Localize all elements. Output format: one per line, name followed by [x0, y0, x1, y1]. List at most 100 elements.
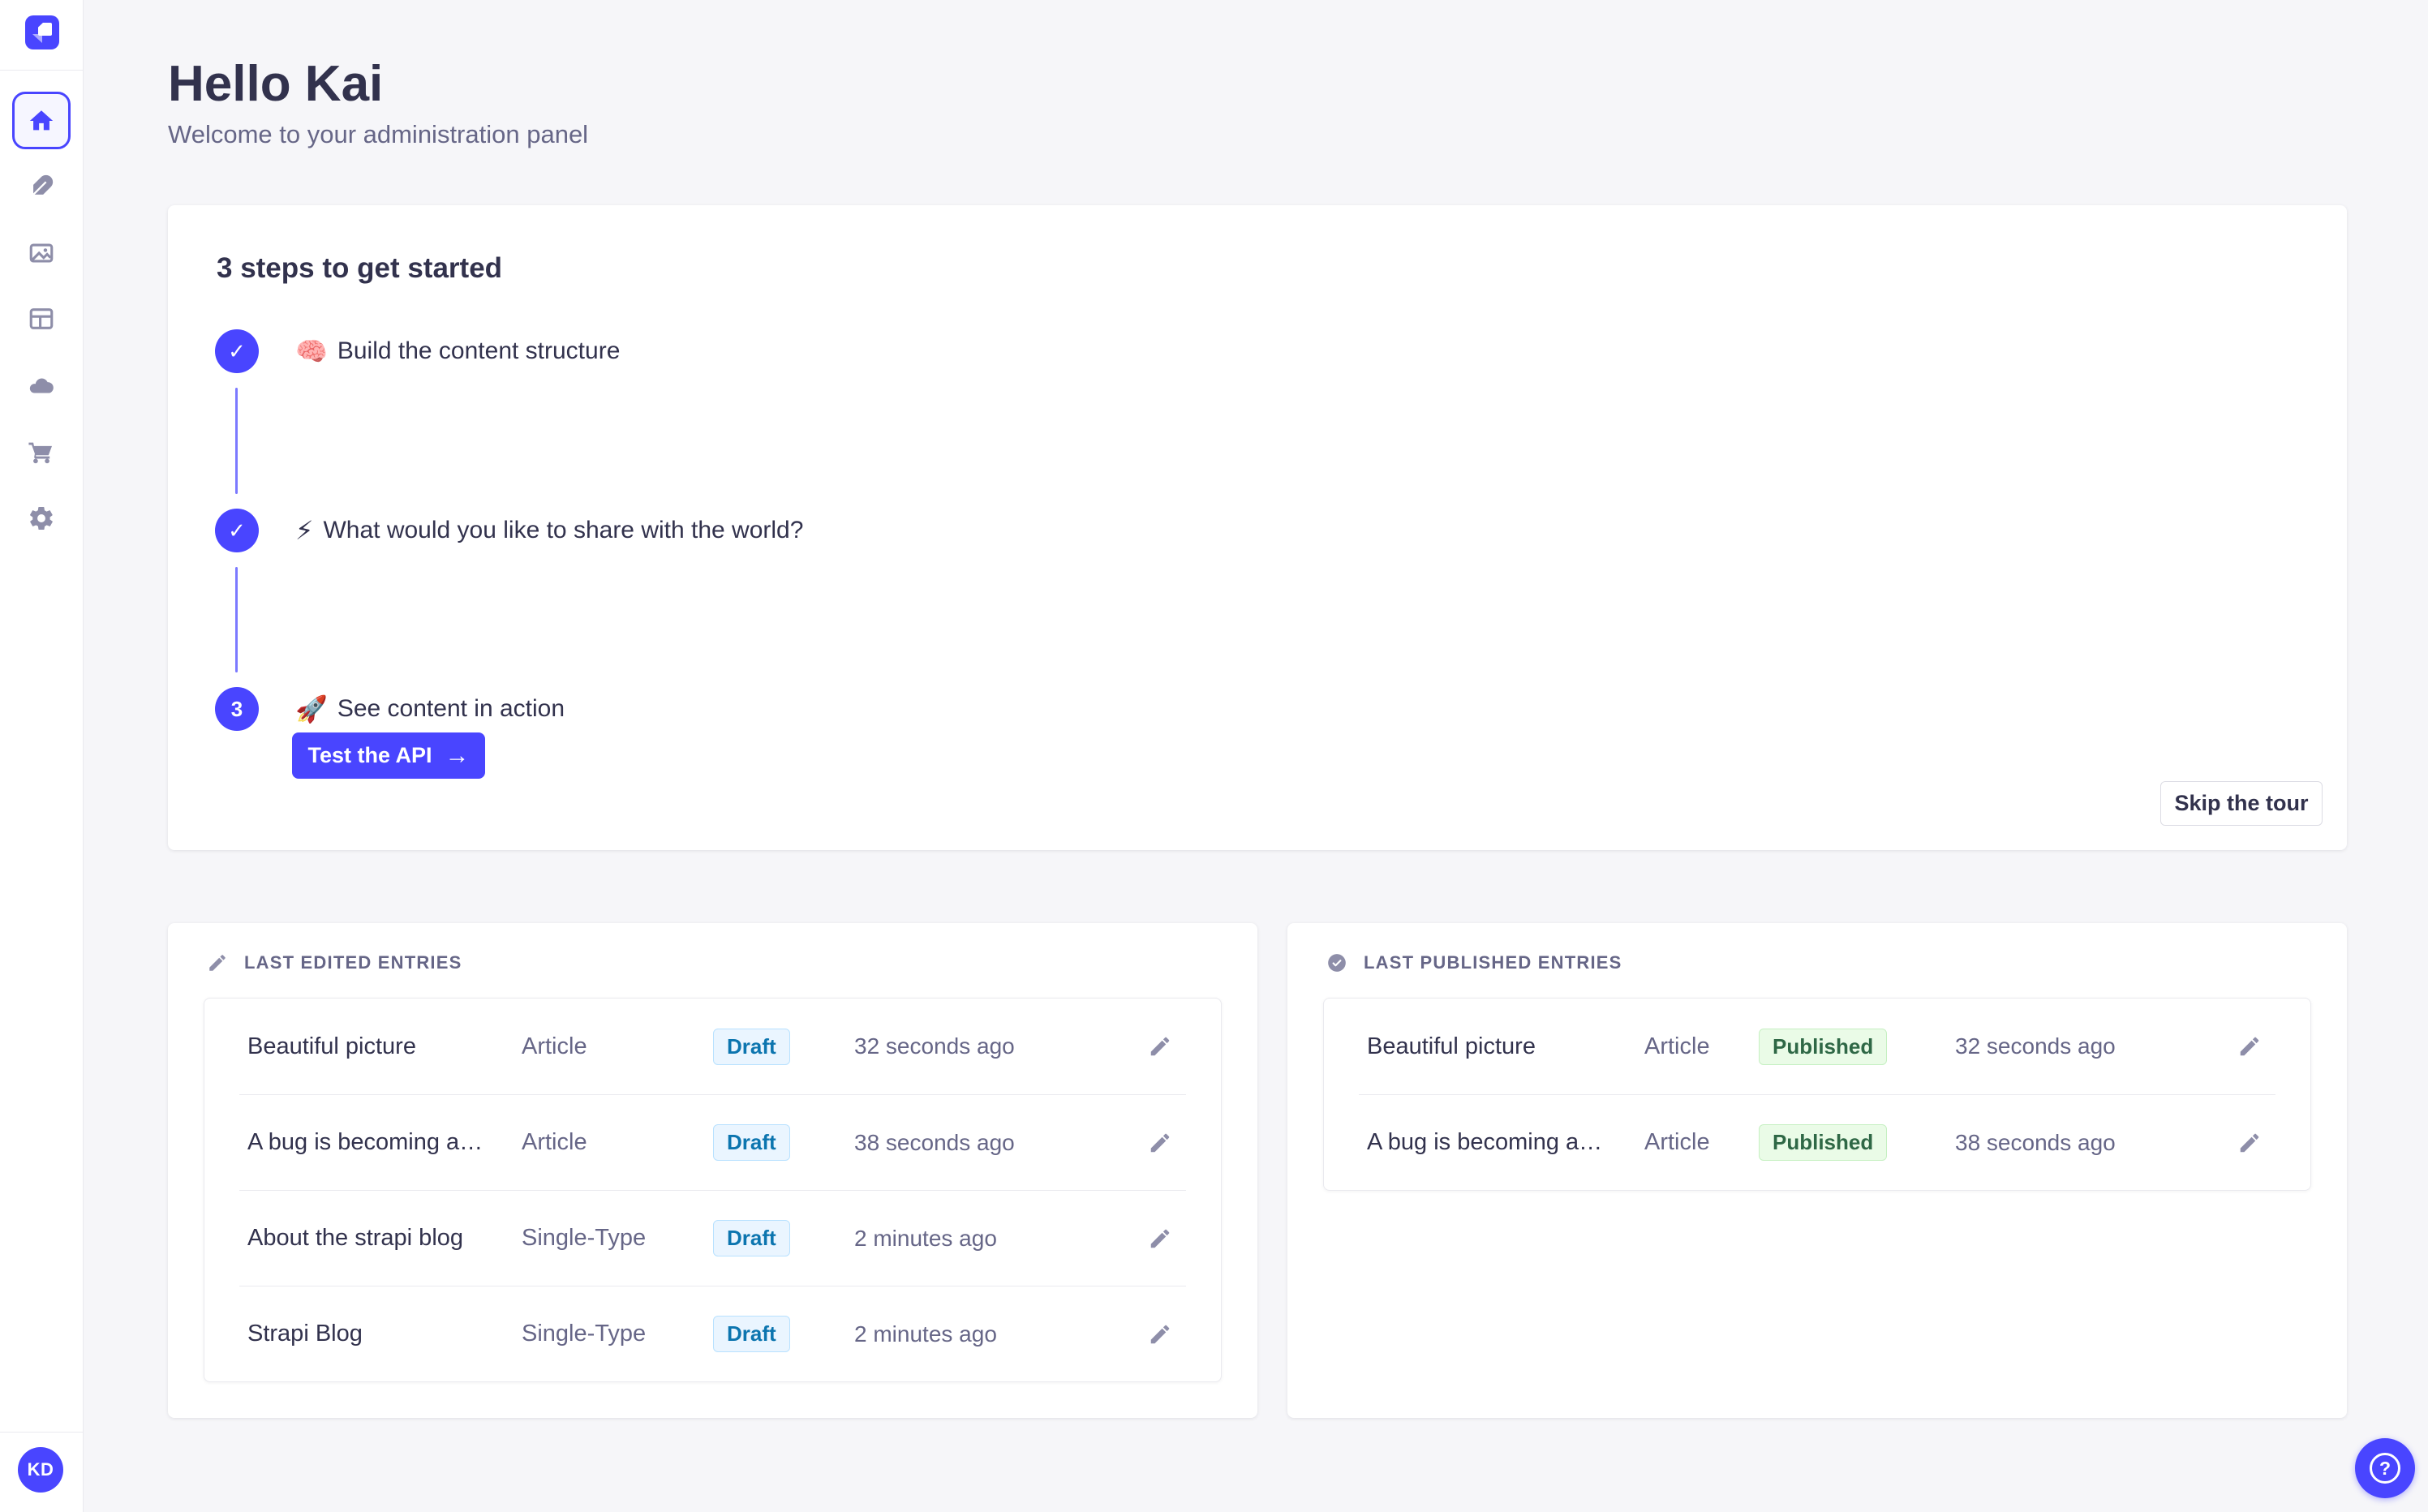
last-edited-header: LAST EDITED ENTRIES [168, 923, 1257, 973]
strapi-logo-mark [38, 23, 52, 36]
last-edited-table: Beautiful picture Article Draft 32 secon… [204, 998, 1222, 1382]
pencil-icon [209, 955, 226, 971]
step-label-text: Build the content structure [337, 337, 621, 364]
test-api-button[interactable]: Test the API → [292, 732, 485, 779]
step-label: ⚡ What would you like to share with the … [295, 515, 803, 546]
status-text: Draft [727, 1226, 776, 1250]
edit-entry-button[interactable] [1142, 1221, 1178, 1256]
sidebar-item-media-library[interactable] [12, 224, 71, 281]
step-number: 3 [230, 696, 243, 721]
test-api-label: Test the API [307, 743, 432, 767]
step-done-check-icon: ✓ [215, 329, 259, 373]
status-text: Published [1773, 1033, 1874, 1059]
step-connector [235, 388, 238, 494]
last-published-header: LAST PUBLISHED ENTRIES [1287, 923, 2347, 973]
home-icon [29, 110, 54, 130]
sidebar-item-deploy[interactable] [12, 357, 71, 415]
pencil-icon [2240, 1037, 2259, 1056]
edit-entry-button[interactable] [1142, 1125, 1178, 1161]
step-label-text: What would you like to share with the wo… [323, 517, 804, 543]
sidebar-item-home[interactable] [12, 92, 71, 149]
entry-time: 32 seconds ago [854, 1033, 1015, 1059]
status-badge: Published [1759, 1028, 1888, 1065]
page-subtitle: Welcome to your administration panel [168, 120, 589, 148]
edit-entry-button[interactable] [1142, 1029, 1178, 1064]
avatar[interactable]: KD [18, 1447, 63, 1493]
section-title: LAST PUBLISHED ENTRIES [1364, 952, 1622, 973]
table-row[interactable]: A bug is becoming a… Article Published 3… [1359, 1094, 2275, 1190]
step-label-text: See content in action [337, 695, 565, 722]
strapi-logo-mark-shadow [32, 34, 42, 43]
table-row[interactable]: About the strapi blog Single-Type Draft … [239, 1190, 1186, 1286]
entry-type: Article [1644, 1033, 1710, 1059]
entry-title: Beautiful picture [247, 1033, 416, 1059]
status-badge: Published [1759, 1124, 1888, 1161]
step-label: 🧠 Build the content structure [295, 336, 620, 367]
table-row[interactable]: Strapi Blog Single-Type Draft 2 minutes … [239, 1286, 1186, 1381]
feather-pen-icon [29, 174, 54, 199]
pencil-icon [1150, 1037, 1170, 1056]
app-root: KD Hello Kai Welcome to your administrat… [0, 0, 2428, 1512]
layout-icon [29, 307, 54, 329]
sidebar-divider [0, 70, 84, 71]
status-badge: Draft [713, 1220, 790, 1256]
skip-tour-button[interactable]: Skip the tour [2160, 781, 2323, 826]
pencil-icon [2240, 1133, 2259, 1152]
pencil-icon [1150, 1229, 1170, 1248]
sidebar-item-settings[interactable] [12, 489, 71, 547]
step-number-badge: 3 [215, 687, 259, 731]
entry-time: 2 minutes ago [854, 1225, 997, 1251]
entry-time: 32 seconds ago [1955, 1033, 2116, 1059]
sidebar-item-marketplace[interactable] [12, 423, 71, 480]
status-badge: Draft [713, 1124, 790, 1161]
section-title: LAST EDITED ENTRIES [244, 952, 462, 973]
status-text: Draft [727, 1130, 776, 1154]
tour-step-1: ✓ 🧠 Build the content structure [215, 329, 620, 373]
step-connector [235, 567, 238, 672]
tour-step-3: 3 🚀 See content in action [215, 687, 565, 731]
table-row[interactable]: Beautiful picture Article Published 32 s… [1359, 999, 2275, 1094]
status-text: Published [1773, 1130, 1874, 1154]
cloud-icon [29, 377, 54, 393]
sidebar-item-content-type-builder[interactable] [12, 290, 71, 347]
rocket-emoji-icon: 🚀 [295, 694, 328, 724]
picture-icon [29, 243, 54, 262]
pencil-icon [1150, 1133, 1170, 1152]
tour-title: 3 steps to get started [217, 252, 503, 284]
table-row[interactable]: A bug is becoming a… Article Draft 38 se… [239, 1094, 1186, 1190]
brain-emoji-icon: 🧠 [295, 337, 328, 366]
status-text: Draft [727, 1321, 776, 1346]
edit-entry-button[interactable] [2232, 1125, 2267, 1161]
status-badge: Draft [713, 1028, 790, 1065]
sidebar-item-content-manager[interactable] [12, 157, 71, 215]
entry-type: Single-Type [522, 1225, 647, 1251]
page-title: Hello Kai [168, 56, 384, 112]
onboarding-card: 3 steps to get started ✓ 🧠 Build the con… [168, 205, 2347, 850]
shopping-cart-icon [28, 442, 53, 463]
entry-time: 38 seconds ago [1955, 1129, 2116, 1155]
check-glyph: ✓ [228, 338, 246, 363]
entry-title: A bug is becoming a… [1367, 1129, 1603, 1155]
strapi-logo[interactable] [25, 15, 59, 49]
edit-entry-button[interactable] [1142, 1317, 1178, 1352]
status-badge: Draft [713, 1316, 790, 1352]
entry-time: 2 minutes ago [854, 1321, 997, 1347]
edit-entry-button[interactable] [2232, 1029, 2267, 1064]
arrow-right-icon: → [445, 741, 470, 769]
last-published-card: LAST PUBLISHED ENTRIES Beautiful picture… [1287, 923, 2347, 1418]
sidebar: KD [0, 0, 84, 1512]
help-button[interactable]: ? [2355, 1438, 2415, 1498]
entry-time: 38 seconds ago [854, 1129, 1015, 1155]
entry-title: A bug is becoming a… [247, 1129, 483, 1155]
entry-title: Beautiful picture [1367, 1033, 1536, 1059]
main-content: Hello Kai Welcome to your administration… [84, 0, 2428, 1512]
step-label: 🚀 See content in action [295, 694, 565, 724]
entry-type: Article [522, 1033, 587, 1059]
check-circle-icon [1328, 954, 1346, 972]
last-published-table: Beautiful picture Article Published 32 s… [1323, 998, 2311, 1191]
entry-title: Strapi Blog [247, 1321, 363, 1347]
step-done-check-icon: ✓ [215, 509, 259, 552]
entry-type: Article [522, 1129, 587, 1155]
lightning-emoji-icon: ⚡ [295, 516, 314, 545]
table-row[interactable]: Beautiful picture Article Draft 32 secon… [239, 999, 1186, 1094]
